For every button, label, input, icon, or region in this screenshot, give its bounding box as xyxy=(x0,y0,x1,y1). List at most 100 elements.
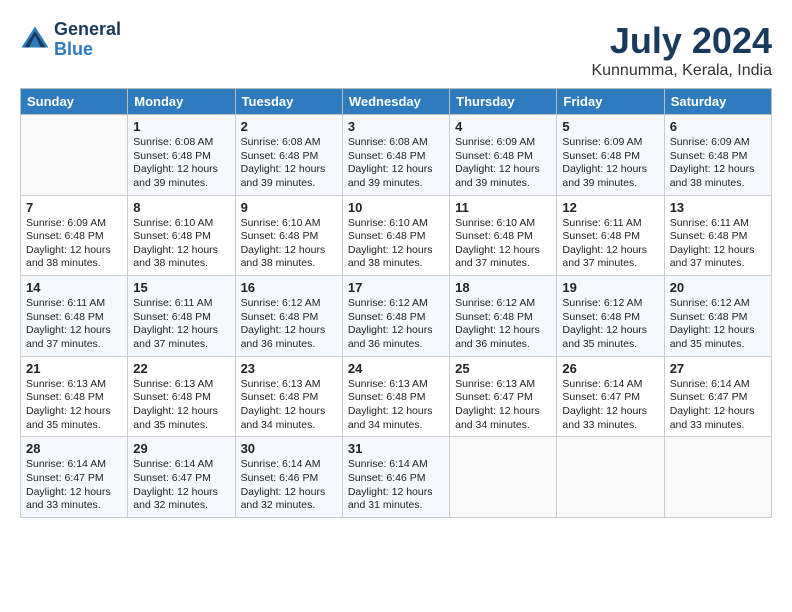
day-info: and 38 minutes. xyxy=(241,257,337,271)
day-number: 16 xyxy=(241,280,337,295)
day-info: Sunrise: 6:11 AM xyxy=(562,217,658,231)
day-info: and 35 minutes. xyxy=(562,338,658,352)
day-info: Daylight: 12 hours xyxy=(348,324,444,338)
table-row: 26 Sunrise: 6:14 AMSunset: 6:47 PMDayligh… xyxy=(557,356,664,437)
day-info: Sunrise: 6:13 AM xyxy=(241,378,337,392)
day-info: and 38 minutes. xyxy=(133,257,229,271)
day-info: and 39 minutes. xyxy=(133,177,229,191)
day-number: 9 xyxy=(241,200,337,215)
table-row: 3Sunrise: 6:08 AMSunset: 6:48 PMDaylight… xyxy=(342,115,449,196)
day-info: and 32 minutes. xyxy=(241,499,337,513)
day-info: and 37 minutes. xyxy=(26,338,122,352)
day-info: Daylight: 12 hours xyxy=(455,244,551,258)
table-row xyxy=(21,115,128,196)
day-number: 31 xyxy=(348,441,444,456)
calendar-week-row: 21Sunrise: 6:13 AMSunset: 6:48 PMDayligh… xyxy=(21,356,772,437)
day-number: 26 xyxy=(562,361,658,376)
day-info: Sunrise: 6:10 AM xyxy=(455,217,551,231)
day-info: Sunset: 6:47 PM xyxy=(562,391,658,405)
day-info: Daylight: 12 hours xyxy=(348,244,444,258)
day-info: Sunrise: 6:10 AM xyxy=(348,217,444,231)
day-info: Sunrise: 6:11 AM xyxy=(133,297,229,311)
calendar-week-row: 7Sunrise: 6:09 AMSunset: 6:48 PMDaylight… xyxy=(21,195,772,276)
day-info: Sunset: 6:46 PM xyxy=(241,472,337,486)
day-info: and 39 minutes. xyxy=(241,177,337,191)
day-info: Daylight: 12 hours xyxy=(241,163,337,177)
day-info: Sunset: 6:48 PM xyxy=(455,230,551,244)
day-info: and 35 minutes. xyxy=(26,419,122,433)
day-number: 20 xyxy=(670,280,766,295)
day-info: Sunset: 6:48 PM xyxy=(670,311,766,325)
table-row xyxy=(450,437,557,518)
calendar-header-row: Sunday Monday Tuesday Wednesday Thursday… xyxy=(21,89,772,115)
day-info: and 39 minutes. xyxy=(455,177,551,191)
day-info: Sunset: 6:46 PM xyxy=(348,472,444,486)
day-number: 23 xyxy=(241,361,337,376)
day-number: 19 xyxy=(562,280,658,295)
day-info: Sunrise: 6:09 AM xyxy=(562,136,658,150)
day-info: Sunrise: 6:14 AM xyxy=(562,378,658,392)
day-info: and 33 minutes. xyxy=(562,419,658,433)
day-info: Sunset: 6:48 PM xyxy=(241,230,337,244)
day-number: 12 xyxy=(562,200,658,215)
day-number: 5 xyxy=(562,119,658,134)
day-info: Sunset: 6:48 PM xyxy=(26,391,122,405)
day-info: Daylight: 12 hours xyxy=(348,163,444,177)
day-info: Sunrise: 6:10 AM xyxy=(241,217,337,231)
day-info: Daylight: 12 hours xyxy=(562,244,658,258)
table-row: 1Sunrise: 6:08 AMSunset: 6:48 PMDaylight… xyxy=(128,115,235,196)
table-row: 12Sunrise: 6:11 AMSunset: 6:48 PMDayligh… xyxy=(557,195,664,276)
table-row: 17Sunrise: 6:12 AMSunset: 6:48 PMDayligh… xyxy=(342,276,449,357)
day-number: 13 xyxy=(670,200,766,215)
day-info: Sunrise: 6:14 AM xyxy=(26,458,122,472)
table-row: 4Sunrise: 6:09 AMSunset: 6:48 PMDaylight… xyxy=(450,115,557,196)
col-saturday: Saturday xyxy=(664,89,771,115)
day-info: Daylight: 12 hours xyxy=(26,244,122,258)
day-info: Sunrise: 6:13 AM xyxy=(348,378,444,392)
page: General Blue July 2024 Kunnumma, Kerala,… xyxy=(0,0,792,612)
day-info: Daylight: 12 hours xyxy=(133,244,229,258)
day-info: and 35 minutes. xyxy=(133,419,229,433)
day-info: Daylight: 12 hours xyxy=(348,405,444,419)
day-info: and 33 minutes. xyxy=(670,419,766,433)
day-info: Daylight: 12 hours xyxy=(670,324,766,338)
day-info: Daylight: 12 hours xyxy=(26,486,122,500)
day-info: Daylight: 12 hours xyxy=(455,405,551,419)
day-info: Sunset: 6:48 PM xyxy=(241,391,337,405)
table-row: 8Sunrise: 6:10 AMSunset: 6:48 PMDaylight… xyxy=(128,195,235,276)
day-info: Daylight: 12 hours xyxy=(670,244,766,258)
table-row: 19Sunrise: 6:12 AMSunset: 6:48 PMDayligh… xyxy=(557,276,664,357)
day-info: Sunrise: 6:12 AM xyxy=(562,297,658,311)
header: General Blue July 2024 Kunnumma, Kerala,… xyxy=(20,20,772,80)
day-number: 6 xyxy=(670,119,766,134)
day-info: Sunrise: 6:08 AM xyxy=(348,136,444,150)
table-row: 10Sunrise: 6:10 AMSunset: 6:48 PMDayligh… xyxy=(342,195,449,276)
day-info: Daylight: 12 hours xyxy=(26,405,122,419)
table-row xyxy=(557,437,664,518)
day-number: 24 xyxy=(348,361,444,376)
day-info: and 33 minutes. xyxy=(26,499,122,513)
day-number: 17 xyxy=(348,280,444,295)
day-info: Sunset: 6:48 PM xyxy=(455,311,551,325)
table-row: 18Sunrise: 6:12 AMSunset: 6:48 PMDayligh… xyxy=(450,276,557,357)
table-row: 11 Sunrise: 6:10 AMSunset: 6:48 PMDayligh… xyxy=(450,195,557,276)
table-row: 27Sunrise: 6:14 AMSunset: 6:47 PMDayligh… xyxy=(664,356,771,437)
table-row: 28Sunrise: 6:14 AMSunset: 6:47 PMDayligh… xyxy=(21,437,128,518)
day-info: Sunrise: 6:09 AM xyxy=(26,217,122,231)
month-title: July 2024 xyxy=(591,20,772,62)
day-info: and 38 minutes. xyxy=(670,177,766,191)
day-number: 11 xyxy=(455,200,551,215)
day-info: Sunrise: 6:14 AM xyxy=(241,458,337,472)
day-info: Sunset: 6:47 PM xyxy=(133,472,229,486)
day-info: Sunset: 6:48 PM xyxy=(26,230,122,244)
table-row: 7Sunrise: 6:09 AMSunset: 6:48 PMDaylight… xyxy=(21,195,128,276)
day-info: Daylight: 12 hours xyxy=(348,486,444,500)
day-number: 14 xyxy=(26,280,122,295)
title-area: July 2024 Kunnumma, Kerala, India xyxy=(591,20,772,80)
day-info: Sunrise: 6:14 AM xyxy=(348,458,444,472)
day-info: and 38 minutes. xyxy=(348,257,444,271)
day-info: Daylight: 12 hours xyxy=(241,244,337,258)
day-info: Daylight: 12 hours xyxy=(562,405,658,419)
day-number: 28 xyxy=(26,441,122,456)
day-info: Sunrise: 6:10 AM xyxy=(133,217,229,231)
